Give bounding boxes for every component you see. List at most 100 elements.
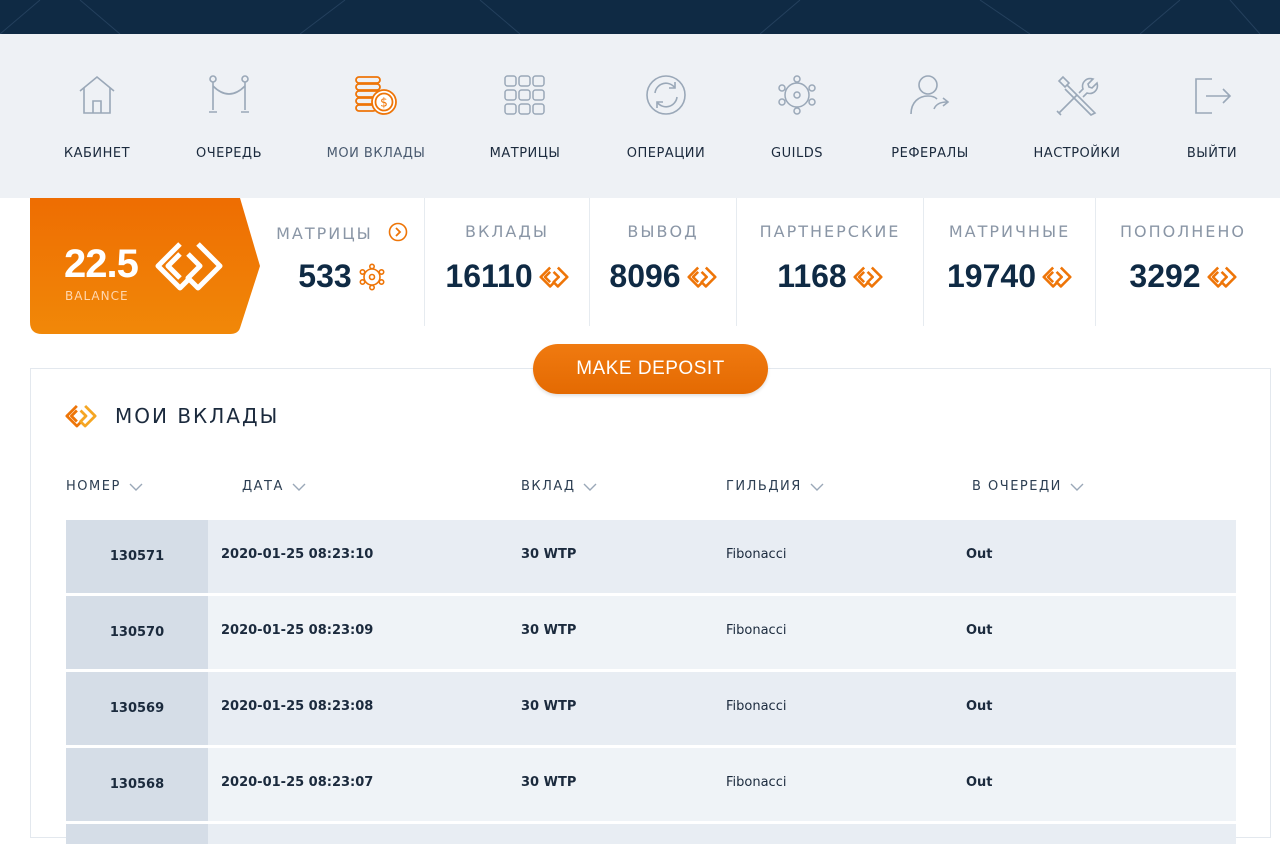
chevron-down-icon	[292, 483, 306, 491]
table-row[interactable]: 130570 2020-01-25 08:23:09 30 WTP Fibona…	[66, 596, 1236, 669]
nav-label: ВЫЙТИ	[1186, 146, 1238, 161]
diamond-logo-icon	[1207, 266, 1237, 288]
cell-deposit: 30 WTP	[521, 547, 577, 562]
house-icon	[74, 72, 120, 118]
chevron-down-icon	[810, 483, 824, 491]
nav-label: КАБИНЕТ	[63, 146, 131, 161]
cell-date: 2020-01-25 08:23:10	[221, 547, 374, 562]
stat-withdrawal: ВЫВОД 8096	[590, 198, 737, 326]
stat-title: МАТРИЦЫ	[260, 222, 424, 243]
stat-deposits: ВКЛАДЫ 16110	[425, 198, 590, 326]
nav-item-matrices[interactable]: МАТРИЦЫ	[484, 34, 566, 198]
nav-item-deposits[interactable]: $ МОИ ВКЛАДЫ	[322, 34, 430, 198]
stat-title: ВЫВОД	[627, 222, 699, 241]
queue-barrier-icon	[206, 72, 252, 118]
nav-item-operations[interactable]: ОПЕРАЦИИ	[620, 34, 712, 198]
nav-label: РЕФЕРАЛЫ	[891, 146, 969, 161]
network-icon	[774, 72, 820, 118]
diamond-logo-icon	[853, 266, 883, 288]
column-header-date[interactable]: ДАТА	[242, 479, 306, 494]
make-deposit-button[interactable]: MAKE DEPOSIT	[533, 344, 768, 394]
cell-number: 130571	[66, 520, 208, 593]
deposits-panel: МОИ ВКЛАДЫ НОМЕР ДАТА ВКЛАД ГИЛЬДИЯ В ОЧ…	[30, 368, 1271, 844]
diamond-logo-icon	[65, 404, 97, 428]
stat-number: 1168	[777, 258, 847, 294]
top-banner	[0, 0, 1280, 34]
cell-number	[66, 824, 208, 844]
stat-title: ПОПОЛНЕНО	[1119, 222, 1247, 241]
svg-text:$: $	[380, 96, 388, 110]
cell-number: 130570	[66, 596, 208, 669]
chevron-down-icon	[1070, 483, 1084, 491]
main-nav: КАБИНЕТ ОЧЕРЕДЬ $ МОИ ВКЛАДЫ МАТРИЦЫ ОПЕ…	[0, 34, 1280, 198]
column-header-label: В ОЧЕРЕДИ	[972, 479, 1062, 494]
cell-deposit: 30 WTP	[521, 775, 577, 790]
table-row[interactable]: 130568 2020-01-25 08:23:07 30 WTP Fibona…	[66, 748, 1236, 821]
chevron-down-icon	[129, 483, 143, 491]
stat-value: 16110	[425, 258, 589, 295]
balance-caption: BALANCE	[65, 289, 129, 303]
nav-item-referrals[interactable]: РЕФЕРАЛЫ	[884, 34, 976, 198]
stat-number: 3292	[1129, 258, 1201, 294]
stat-value: 1168	[737, 258, 923, 295]
stat-value: 533	[260, 258, 424, 295]
stat-number: 533	[298, 258, 352, 294]
cell-queue: Out	[966, 623, 993, 638]
stat-number: 8096	[609, 258, 681, 294]
cell-deposit: 30 WTP	[521, 699, 577, 714]
nav-item-cabinet[interactable]: КАБИНЕТ	[56, 34, 138, 198]
stat-value: 8096	[590, 258, 736, 295]
cell-guild: Fibonacci	[726, 699, 787, 714]
cell-guild: Fibonacci	[726, 547, 787, 562]
coins-icon: $	[353, 72, 399, 118]
grid-icon	[502, 72, 548, 118]
table-row[interactable]: 130569 2020-01-25 08:23:08 30 WTP Fibona…	[66, 672, 1236, 745]
cell-deposit: 30 WTP	[521, 623, 577, 638]
stat-value: 3292	[1096, 258, 1270, 295]
cell-queue: Out	[966, 775, 993, 790]
column-header-label: ГИЛЬДИЯ	[726, 479, 802, 494]
tools-icon	[1054, 72, 1100, 118]
nav-item-guilds[interactable]: GUILDS	[756, 34, 838, 198]
nav-item-settings[interactable]: НАСТРОЙКИ	[1026, 34, 1128, 198]
balance-card: 22.5 BALANCE	[30, 198, 260, 334]
nav-item-queue[interactable]: ОЧЕРЕДЬ	[188, 34, 270, 198]
arrow-circle-icon[interactable]	[388, 222, 408, 242]
stat-title: МАТРИЧНЫЕ	[948, 222, 1071, 241]
diamond-logo-icon	[687, 266, 717, 288]
chevron-down-icon	[583, 483, 597, 491]
column-header-label: ВКЛАД	[521, 479, 576, 494]
stat-value: 19740	[924, 258, 1095, 295]
column-header-deposit[interactable]: ВКЛАД	[521, 479, 597, 494]
matrix-node-icon	[359, 262, 385, 290]
cell-date: 2020-01-25 08:23:09	[221, 623, 374, 638]
panel-title: МОИ ВКЛАДЫ	[65, 403, 279, 429]
nav-label: ОПЕРАЦИИ	[626, 146, 706, 161]
column-header-number[interactable]: НОМЕР	[66, 479, 143, 494]
panel-title-text: МОИ ВКЛАДЫ	[115, 404, 280, 428]
column-header-queue[interactable]: В ОЧЕРЕДИ	[972, 479, 1084, 494]
diamond-logo-icon	[539, 266, 569, 288]
cell-guild: Fibonacci	[726, 623, 787, 638]
cell-number: 130569	[66, 672, 208, 745]
table-row[interactable]: 130571 2020-01-25 08:23:10 30 WTP Fibona…	[66, 520, 1236, 593]
diamond-logo-icon	[1042, 266, 1072, 288]
column-header-label: ДАТА	[242, 479, 284, 494]
table-row-partial	[66, 824, 1236, 844]
stat-title: ВКЛАДЫ	[465, 222, 549, 241]
nav-label: МОИ ВКЛАДЫ	[326, 146, 426, 161]
cell-date: 2020-01-25 08:23:07	[221, 775, 374, 790]
column-header-guild[interactable]: ГИЛЬДИЯ	[726, 479, 824, 494]
cell-guild: Fibonacci	[726, 775, 787, 790]
stat-matrices[interactable]: МАТРИЦЫ 533	[260, 198, 425, 326]
nav-label: ОЧЕРЕДЬ	[196, 146, 262, 161]
column-header-label: НОМЕР	[66, 479, 121, 494]
balance-value: 22.5	[64, 242, 139, 286]
cell-number: 130568	[66, 748, 208, 821]
nav-label: GUILDS	[771, 146, 823, 161]
stat-number: 19740	[947, 258, 1036, 294]
stat-matrix-income: МАТРИЧНЫЕ 19740	[924, 198, 1096, 326]
nav-item-logout[interactable]: ВЫЙТИ	[1176, 34, 1248, 198]
nav-label: НАСТРОЙКИ	[1033, 146, 1121, 161]
stat-title: ПАРТНЕРСКИЕ	[759, 222, 901, 241]
